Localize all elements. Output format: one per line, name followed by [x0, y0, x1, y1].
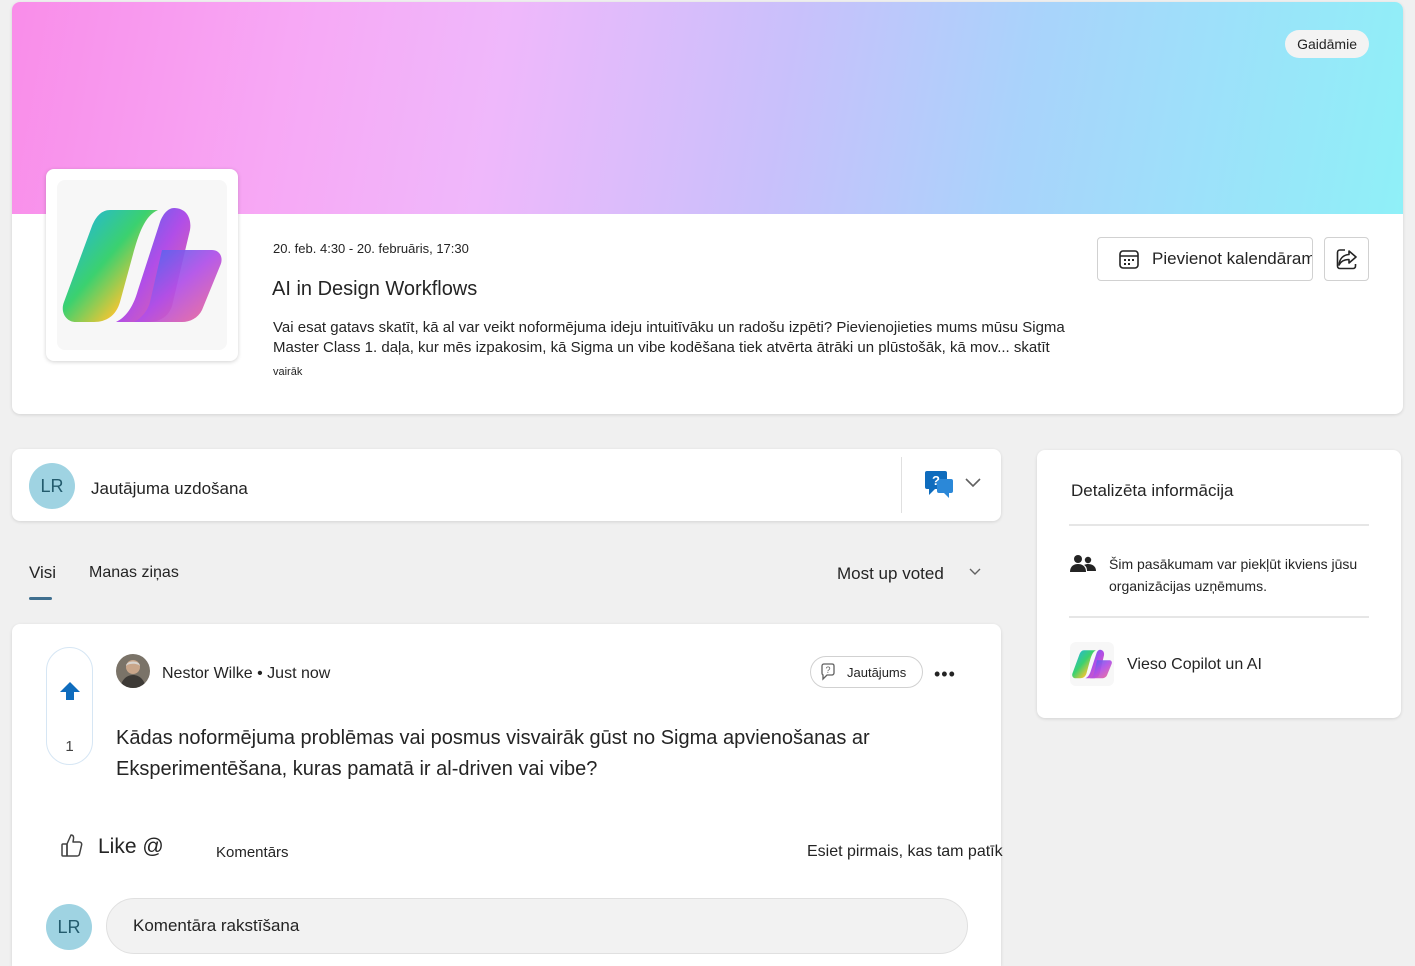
question-chat-icon[interactable]: ? — [923, 469, 955, 499]
vote-count: 1 — [65, 738, 74, 755]
svg-text:?: ? — [932, 473, 940, 488]
details-title: Detalizēta informācija — [1071, 481, 1234, 500]
tab-all[interactable]: Visi — [29, 563, 56, 583]
event-logo — [46, 169, 238, 361]
share-button[interactable] — [1324, 237, 1369, 281]
active-tab-indicator — [29, 597, 52, 600]
details-card: Detalizēta informācija Šim pasākumam var… — [1037, 450, 1401, 718]
see-more-link[interactable]: vairāk — [273, 366, 302, 378]
avatar: LR — [29, 463, 75, 509]
ask-question-label: Jautājuma uzdošana — [91, 479, 248, 498]
commenter-avatar: LR — [46, 904, 92, 950]
ask-question-card[interactable]: LR Jautājuma uzdošana ? — [12, 449, 1001, 521]
comment-input[interactable]: Komentāra rakstīšana — [106, 898, 968, 954]
like-icon[interactable] — [60, 833, 84, 859]
divider — [1069, 524, 1369, 526]
chevron-down-icon[interactable] — [969, 567, 981, 577]
copilot-logo-icon — [1072, 649, 1112, 679]
author-avatar — [116, 654, 150, 688]
first-like-text: Esiet pirmais, kas tam patīk — [807, 843, 1003, 860]
question-icon: ? — [821, 663, 835, 681]
divider — [901, 457, 902, 513]
access-info-text: Šim pasākumam var piekļūt ikviens jūsu o… — [1109, 556, 1358, 594]
post-type-pill: ? Jautājums — [810, 656, 924, 688]
post-body: Kādas noformējuma problēmas vai posmus v… — [116, 727, 870, 780]
post-type-label: Jautājums — [847, 664, 907, 680]
community-link[interactable]: Vieso Copilot un AI — [1127, 656, 1262, 674]
divider — [1069, 616, 1369, 618]
svg-text:?: ? — [826, 665, 831, 675]
like-button[interactable]: Like @ — [98, 835, 164, 859]
add-to-calendar-button[interactable]: Pievienot kalendāram — [1097, 237, 1313, 281]
post-card: 1 Nestor Wilke • Just now ? Jautājums ••… — [12, 624, 1003, 966]
copilot-logo-icon — [62, 208, 222, 322]
community-logo — [1070, 642, 1114, 686]
chevron-down-icon[interactable] — [964, 477, 982, 489]
more-options-icon[interactable]: ••• — [934, 664, 956, 685]
upvote-widget[interactable]: 1 — [46, 647, 93, 765]
event-description: Vai esat gatavs skatīt, kā al var veikt … — [273, 319, 1065, 356]
calendar-icon — [1119, 250, 1139, 269]
tab-my-posts[interactable]: Manas ziņas — [89, 564, 179, 582]
add-to-calendar-label: Pievienot kalendāram — [1152, 249, 1313, 268]
author-and-time: Nestor Wilke • Just now — [162, 665, 331, 682]
people-icon — [1070, 555, 1096, 572]
event-date-range: 20. feb. 4:30 - 20. februāris, 17:30 — [273, 241, 469, 256]
comment-button[interactable]: Komentārs — [216, 844, 289, 861]
event-header-card: Gaidāmie 20. feb. 4:30 - 20. februāris, … — [12, 2, 1403, 414]
sort-dropdown[interactable]: Most up voted — [837, 564, 944, 584]
status-badge: Gaidāmie — [1285, 30, 1369, 58]
event-title: AI in Design Workflows — [272, 278, 478, 300]
upvote-arrow-icon[interactable] — [59, 681, 81, 701]
share-icon — [1336, 249, 1357, 270]
